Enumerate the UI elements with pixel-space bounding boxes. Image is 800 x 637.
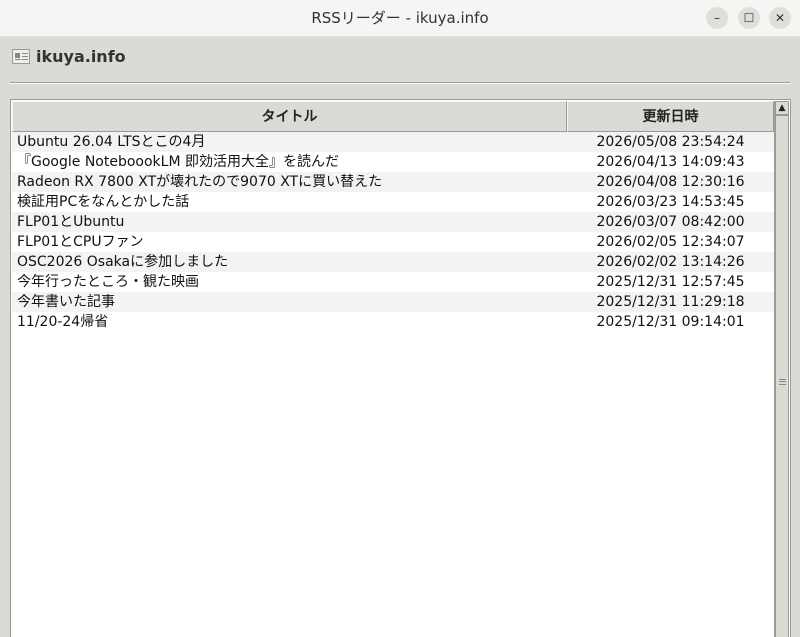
row-date: 2025/12/31 09:14:01 [596,314,745,330]
row-date: 2026/02/05 12:34:07 [596,234,745,250]
table-row[interactable]: 今年書いた記事 2025/12/31 11:29:18 [12,292,774,312]
vertical-scrollbar[interactable]: ▲ ▼ [774,101,789,637]
table-row[interactable]: 11/20-24帰省 2025/12/31 09:14:01 [12,312,774,332]
row-title: FLP01とCPUファン [17,234,144,250]
row-date: 2026/03/23 14:53:45 [596,194,745,210]
table-row[interactable]: OSC2026 Osakaに参加しました 2026/02/02 13:14:26 [12,252,774,272]
row-date: 2026/04/08 12:30:16 [596,174,745,190]
window-title: RSSリーダー - ikuya.info [311,9,489,27]
row-date: 2026/02/02 13:14:26 [596,254,745,270]
table-row[interactable]: 今年行ったところ・観た映画 2025/12/31 12:57:45 [12,272,774,292]
row-title: Radeon RX 7800 XTが壊れたので9070 XTに買い替えた [17,174,383,190]
table-row[interactable]: 検証用PCをなんとかした話 2026/03/23 14:53:45 [12,192,774,212]
row-title: Ubuntu 26.04 LTSとこの4月 [17,134,206,150]
row-title: 『Google NoteboookLM 即効活用大全』を読んだ [17,154,339,170]
table-row[interactable]: Ubuntu 26.04 LTSとこの4月 2026/05/08 23:54:24 [12,132,774,152]
article-table[interactable]: タイトル 更新日時 Ubuntu 26.04 LTSとこの4月 2026/05/0… [10,99,791,637]
row-date: 2025/12/31 12:57:45 [596,274,745,290]
row-title: 今年書いた記事 [17,294,115,310]
window-client: ikuya.info タイトル 更新日時 Ubuntu 26.04 LTSとこの… [0,37,800,637]
scroll-thumb[interactable] [775,115,789,637]
row-date: 2026/04/13 14:09:43 [596,154,745,170]
column-header-date[interactable]: 更新日時 [567,101,774,132]
row-title: 今年行ったところ・観た映画 [17,274,199,290]
table-body: Ubuntu 26.04 LTSとこの4月 2026/05/08 23:54:24… [12,132,774,332]
row-title: 検証用PCをなんとかした話 [17,194,190,210]
separator [10,82,790,84]
table-row[interactable]: 『Google NoteboookLM 即効活用大全』を読んだ 2026/04/1… [12,152,774,172]
row-date: 2026/03/07 08:42:00 [596,214,745,230]
row-title: FLP01とUbuntu [17,214,125,230]
close-button[interactable]: ✕ [769,7,791,29]
grip-icon [779,379,786,385]
feed-header: ikuya.info [12,45,126,67]
table-row[interactable]: FLP01とUbuntu 2026/03/07 08:42:00 [12,212,774,232]
window-titlebar[interactable]: RSSリーダー - ikuya.info – ☐ ✕ [0,0,800,37]
row-date: 2025/12/31 11:29:18 [596,294,745,310]
table-row[interactable]: FLP01とCPUファン 2026/02/05 12:34:07 [12,232,774,252]
minimize-button[interactable]: – [706,7,728,29]
row-title: 11/20-24帰省 [17,314,109,330]
column-header-title[interactable]: タイトル [12,101,567,132]
table-header: タイトル 更新日時 [12,101,774,132]
row-title: OSC2026 Osakaに参加しました [17,254,229,270]
table-row[interactable]: Radeon RX 7800 XTが壊れたので9070 XTに買い替えた 2026… [12,172,774,192]
feed-title: ikuya.info [36,46,126,66]
scroll-up-icon[interactable]: ▲ [775,101,789,115]
row-date: 2026/05/08 23:54:24 [596,134,745,150]
newspaper-icon [12,48,30,64]
maximize-button[interactable]: ☐ [738,7,760,29]
